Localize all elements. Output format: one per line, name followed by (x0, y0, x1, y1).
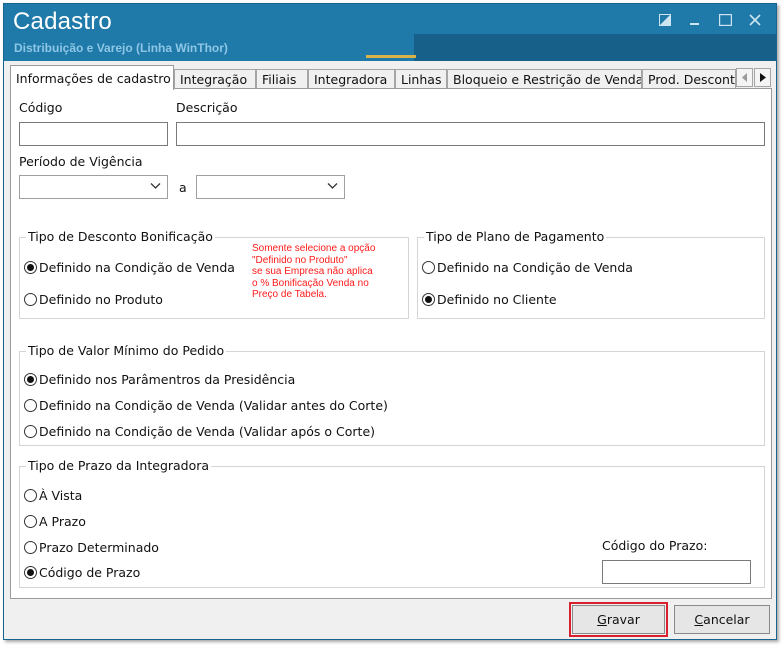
window-controls (658, 13, 762, 27)
periodo-separator: a (179, 180, 187, 195)
restore-icon[interactable] (658, 13, 672, 27)
valor-minimo-title: Tipo de Valor Mínimo do Pedido (26, 343, 227, 358)
tab-filiais[interactable]: Filiais (256, 69, 308, 89)
tab-linhas[interactable]: Linhas (395, 69, 447, 89)
note-line: se sua Empresa não aplica (252, 266, 373, 277)
radio-checked-icon (24, 373, 37, 386)
bonificacao-note: Somente selecione a opção "Definido no P… (252, 243, 375, 301)
plano-pagamento-title: Tipo de Plano de Pagamento (424, 229, 607, 244)
desconto-bonificacao-title: Tipo de Desconto Bonificação (26, 229, 215, 244)
plano-pagamento-group: Tipo de Plano de Pagamento Definido na C… (417, 229, 765, 319)
radio-unchecked-icon (24, 515, 37, 528)
chevron-down-icon (150, 183, 161, 189)
radio-checked-icon (24, 261, 37, 274)
close-icon[interactable] (748, 13, 762, 27)
radio-checked-icon (24, 566, 37, 579)
tab-integracao[interactable]: Integração (174, 69, 256, 89)
minimize-icon[interactable] (688, 13, 702, 27)
radio-plano-condicao-venda[interactable]: Definido na Condição de Venda (422, 260, 633, 275)
note-line: "Definido no Produto" (252, 254, 348, 266)
maximize-icon[interactable] (718, 13, 732, 27)
radio-desconto-condicao-venda[interactable]: Definido na Condição de Venda (24, 260, 235, 275)
radio-plano-cliente[interactable]: Definido no Cliente (422, 292, 557, 307)
radio-label: Definido na Condição de Venda (Validar a… (39, 424, 376, 439)
radio-prazo-a-prazo[interactable]: A Prazo (24, 514, 86, 529)
note-line: Preço de Tabela. (252, 289, 327, 300)
radio-valor-apos-corte[interactable]: Definido na Condição de Venda (Validar a… (24, 424, 375, 439)
radio-unchecked-icon (24, 399, 37, 412)
gravar-label: ravar (606, 612, 640, 627)
title-bar-accent (366, 55, 416, 58)
radio-label: A Prazo (39, 514, 86, 529)
window-subtitle: Distribuição e Varejo (Linha WinThor) (14, 41, 228, 55)
radio-unchecked-icon (422, 261, 435, 274)
periodo-fim-combo[interactable] (196, 175, 345, 199)
tab-bloqueio-restricao[interactable]: Bloqueio e Restrição de Venda (447, 69, 642, 89)
radio-prazo-codigo[interactable]: Código de Prazo (24, 565, 140, 580)
title-bar[interactable]: Cadastro Distribuição e Varejo (Linha Wi… (4, 4, 776, 61)
codigo-label: Código (19, 100, 63, 115)
tab-scroll-right-icon[interactable] (754, 68, 771, 87)
radio-label: Definido nos Parâmentros da Presidência (39, 372, 296, 387)
radio-unchecked-icon (24, 425, 37, 438)
prazo-integradora-group: Tipo de Prazo da Integradora À Vista A P… (19, 458, 765, 588)
window-title: Cadastro (13, 8, 112, 35)
periodo-vigencia-label: Período de Vigência (19, 154, 143, 169)
radio-desconto-produto[interactable]: Definido no Produto (24, 292, 163, 307)
cadastro-window: Cadastro Distribuição e Varejo (Linha Wi… (3, 3, 777, 640)
gravar-button[interactable]: Gravar (569, 602, 668, 637)
cancelar-label: ancelar (703, 612, 750, 627)
radio-valor-parametros-presidencia[interactable]: Definido nos Parâmentros da Presidência (24, 372, 295, 387)
gravar-mnemonic: G (597, 612, 607, 627)
note-line: Somente selecione a opção (252, 243, 376, 254)
chevron-down-icon (327, 183, 338, 189)
radio-label: Definido na Condição de Venda (437, 260, 633, 275)
tab-scroll-left-icon[interactable] (736, 68, 753, 87)
tab-strip: Informações de cadastro Integração Filia… (10, 65, 772, 90)
codigo-prazo-input[interactable] (602, 560, 751, 584)
radio-unchecked-icon (24, 489, 37, 502)
valor-minimo-group: Tipo de Valor Mínimo do Pedido Definido … (19, 343, 765, 446)
radio-label: Definido na Condição de Venda (Validar a… (39, 398, 388, 413)
radio-valor-antes-corte[interactable]: Definido na Condição de Venda (Validar a… (24, 398, 388, 413)
radio-unchecked-icon (24, 541, 37, 554)
radio-label: Definido no Cliente (437, 292, 557, 307)
radio-checked-icon (422, 293, 435, 306)
cancelar-mnemonic: C (694, 612, 704, 627)
radio-unchecked-icon (24, 293, 37, 306)
radio-prazo-determinado[interactable]: Prazo Determinado (24, 540, 159, 555)
codigo-prazo-label: Código do Prazo: (602, 538, 708, 553)
prazo-integradora-title: Tipo de Prazo da Integradora (26, 458, 212, 473)
radio-label: Prazo Determinado (39, 540, 159, 555)
cancelar-button[interactable]: Cancelar (674, 605, 770, 634)
desconto-bonificacao-group: Tipo de Desconto Bonificação Definido na… (19, 229, 409, 319)
radio-label: Definido no Produto (39, 292, 163, 307)
descricao-input[interactable] (176, 122, 765, 146)
note-line: o % Bonificação Venda no (252, 277, 369, 289)
periodo-inicio-combo[interactable] (19, 175, 168, 199)
radio-label: À Vista (39, 488, 83, 503)
codigo-input[interactable] (19, 122, 168, 146)
radio-label: Código de Prazo (39, 565, 141, 580)
tab-informacoes-cadastro[interactable]: Informações de cadastro (10, 65, 174, 90)
radio-label: Definido na Condição de Venda (39, 260, 235, 275)
descricao-label: Descrição (176, 100, 238, 115)
tab-integradora[interactable]: Integradora (308, 69, 395, 89)
title-bar-stripe (414, 34, 776, 61)
tab-prod-desconto[interactable]: Prod. Desconto (642, 69, 736, 89)
tab-panel-informacoes: Código Descrição Período de Vigência a T… (10, 88, 772, 599)
radio-prazo-a-vista[interactable]: À Vista (24, 488, 82, 503)
